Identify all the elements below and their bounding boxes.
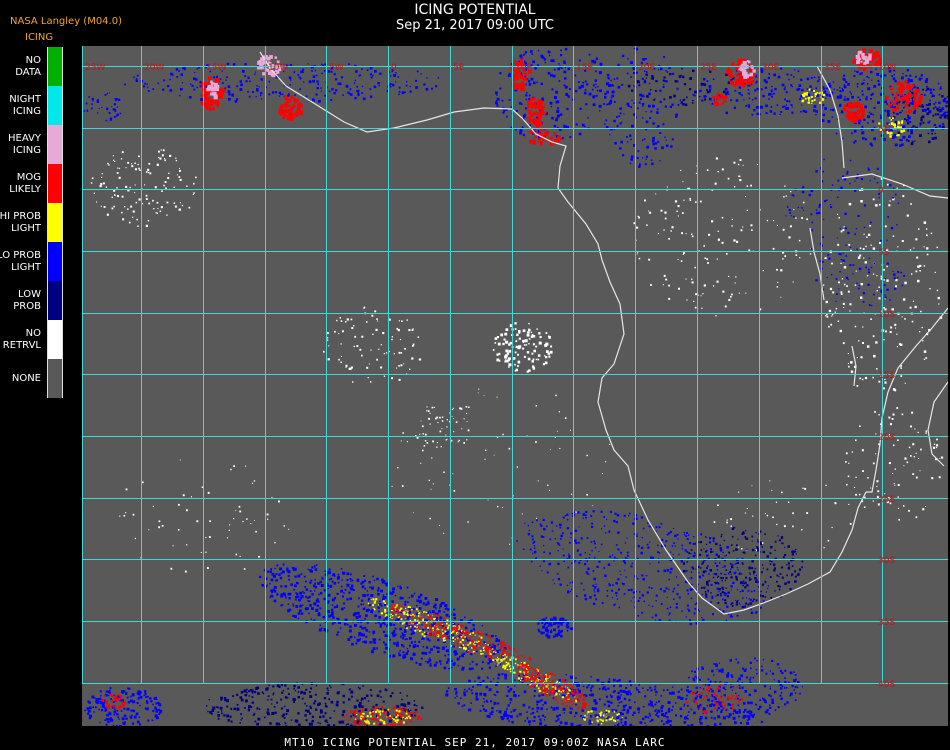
legend-item-label: LO PROB LIGHT xyxy=(0,249,41,273)
longitude-label: 25W xyxy=(85,63,105,73)
legend-item-swatch xyxy=(47,203,63,242)
legend-item-label: HI PROB LIGHT xyxy=(0,210,41,234)
latitude-label: 5N xyxy=(878,125,890,135)
legend-item: NONE xyxy=(0,359,66,398)
longitude-label: 20W xyxy=(144,63,164,73)
legend-item-label: MOG LIKELY xyxy=(9,171,41,195)
latitude-label: 15S xyxy=(878,371,895,381)
legend-item-label: LOW PROB xyxy=(13,288,41,312)
legend-item: HEAVY ICING xyxy=(0,125,66,164)
icing-map: 25W 20W 15W 10W 5W 0 5E 10E 15E 20E 25E 30E 35E 10N 5N… xyxy=(82,46,948,726)
legend-item-swatch xyxy=(47,359,63,398)
legend-item-swatch xyxy=(47,125,63,164)
longitude-label: 35E xyxy=(824,63,841,73)
legend-title: ICING xyxy=(25,32,54,43)
map-title: ICING POTENTIAL xyxy=(414,2,536,18)
legend-item: NO DATA xyxy=(0,47,66,86)
legend-item-swatch xyxy=(47,164,63,203)
legend-item-label: NO RETRVL xyxy=(2,327,41,351)
longitude-label: 15E xyxy=(576,63,593,73)
longitude-label: 5W xyxy=(329,63,344,73)
latitude-label: 25S xyxy=(878,495,895,505)
footer-caption: MT10 ICING POTENTIAL SEP 21, 2017 09:00Z… xyxy=(284,736,666,749)
latitude-label: 35S xyxy=(878,618,895,628)
longitude-label: 0 xyxy=(391,63,397,73)
map-background xyxy=(82,46,948,726)
longitude-label: 10W xyxy=(268,63,288,73)
latitude-label: 10S xyxy=(878,310,895,320)
legend-item-swatch xyxy=(47,281,63,320)
longitude-label: 20E xyxy=(638,63,655,73)
legend-item: NIGHT ICING xyxy=(0,86,66,125)
latitude-label: 45S xyxy=(878,46,895,49)
legend-item: LOW PROB xyxy=(0,281,66,320)
legend-item-label: HEAVY ICING xyxy=(8,132,41,156)
legend-item-swatch xyxy=(47,47,63,86)
legend-item-swatch xyxy=(47,86,63,125)
legend-item-swatch xyxy=(47,320,63,359)
legend-item: MOG LIKELY xyxy=(0,164,66,203)
legend-item: HI PROB LIGHT xyxy=(0,203,66,242)
latitude-label: 30S xyxy=(878,556,895,566)
latitude-label: 5S xyxy=(878,248,890,258)
legend-item-label: NIGHT ICING xyxy=(9,93,41,117)
legend-item-label: NONE xyxy=(11,372,41,384)
legend-item: NO RETRVL xyxy=(0,320,66,359)
latitude-label: 10N xyxy=(878,63,896,73)
longitude-label: 10E xyxy=(515,63,532,73)
longitude-label: 15W xyxy=(206,63,226,73)
legend-item-label: NO DATA xyxy=(15,54,41,78)
legend: NO DATA NIGHT ICING HEAVY ICING MOG LIKELY HI PR… xyxy=(0,47,66,401)
legend-item-swatch xyxy=(47,242,63,281)
latitude-label: 40S xyxy=(878,680,895,690)
latitude-label: 20S xyxy=(878,433,895,443)
longitude-label: 25E xyxy=(700,63,717,73)
longitude-label: 5E xyxy=(453,63,465,73)
latitude-label: 0 xyxy=(878,186,884,196)
legend-item: LO PROB LIGHT xyxy=(0,242,66,281)
map-date: Sep 21, 2017 09:00 UTC xyxy=(395,18,555,33)
longitude-label: 30E xyxy=(762,63,779,73)
